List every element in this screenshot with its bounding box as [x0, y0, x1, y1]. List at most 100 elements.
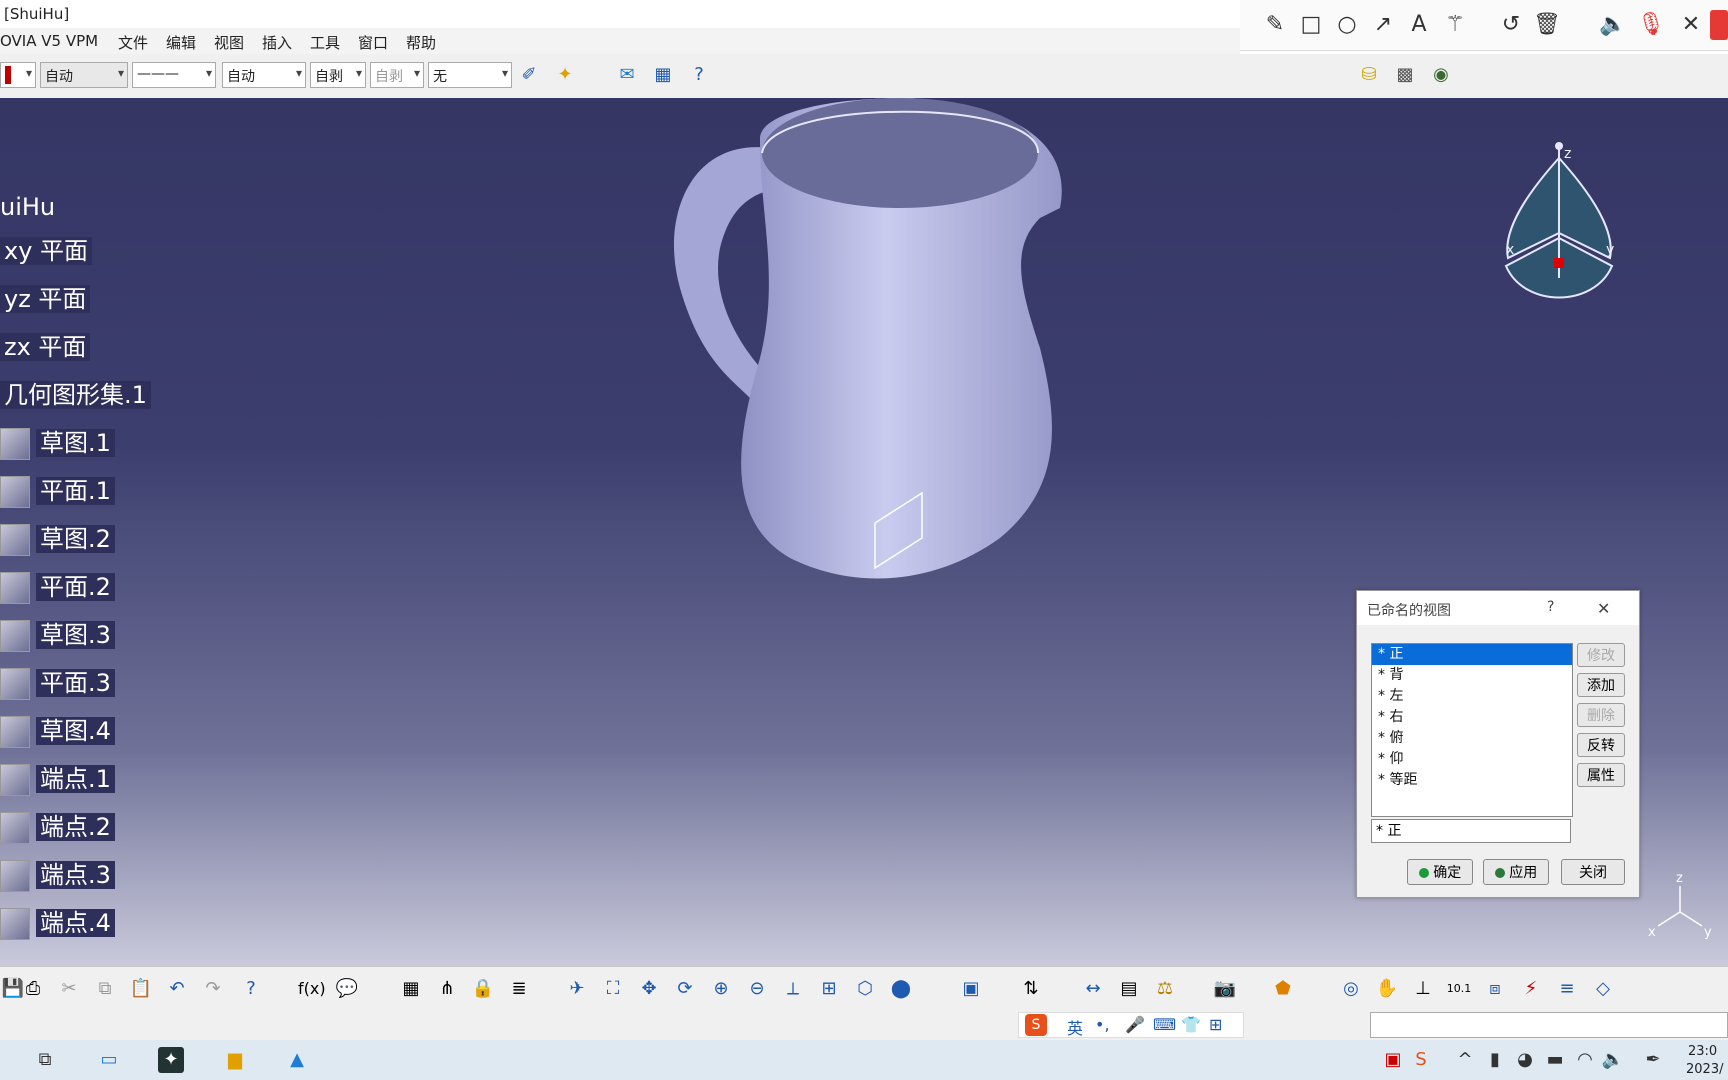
- table-icon[interactable]: ▦: [398, 976, 424, 1002]
- sogou-icon[interactable]: S: [1025, 1014, 1047, 1036]
- spiral-icon[interactable]: ◎: [1338, 976, 1364, 1002]
- menu-window[interactable]: 窗口: [358, 32, 388, 53]
- stack-icon[interactable]: ≡: [1554, 976, 1580, 1002]
- view-list-item[interactable]: * 背: [1372, 665, 1572, 686]
- view-list-item[interactable]: * 俯: [1372, 728, 1572, 749]
- zoom-in-icon[interactable]: ⊕: [708, 976, 734, 1002]
- tray-battery-icon[interactable]: ▬: [1542, 1047, 1568, 1073]
- tree-item[interactable]: 端点.1: [0, 762, 115, 796]
- view-list-item[interactable]: * 正: [1372, 644, 1572, 665]
- tray-chevron-up-icon[interactable]: ^: [1452, 1047, 1478, 1073]
- iso-view-icon[interactable]: ⬡: [852, 976, 878, 1002]
- paintbrush-icon[interactable]: ✐: [516, 62, 542, 88]
- tray-pdf-icon[interactable]: ▣: [1380, 1047, 1406, 1073]
- undo-icon[interactable]: ↺: [1496, 10, 1526, 40]
- whats-this-icon[interactable]: ?: [238, 976, 264, 1002]
- axis-system-icon[interactable]: ⊥: [1410, 976, 1436, 1002]
- catia-app-icon[interactable]: ✦: [158, 1047, 184, 1073]
- magic-wand-icon[interactable]: ⚚: [1440, 10, 1470, 40]
- zoom-out-icon[interactable]: ⊖: [744, 976, 770, 1002]
- layer-combo[interactable]: 无 ▾: [428, 62, 512, 88]
- tree-item[interactable]: xy 平面: [0, 234, 93, 268]
- speaker-icon[interactable]: 🔈: [1598, 10, 1628, 40]
- clock-date[interactable]: 2023/: [1686, 1062, 1723, 1077]
- print-icon[interactable]: ⎙: [20, 976, 46, 1002]
- view-action-button[interactable]: 删除: [1577, 703, 1625, 727]
- view-list-item[interactable]: * 左: [1372, 686, 1572, 707]
- line-type-combo[interactable]: ——— ▾: [132, 62, 216, 88]
- control-panel-icon[interactable]: ▭: [96, 1047, 122, 1073]
- color-combo[interactable]: ▾: [0, 62, 36, 88]
- swap-space-icon[interactable]: ⇅: [1018, 976, 1044, 1002]
- tray-sogou-icon[interactable]: S: [1408, 1047, 1434, 1073]
- hand-icon[interactable]: ✋: [1374, 976, 1400, 1002]
- rectangle-icon[interactable]: □: [1296, 10, 1326, 40]
- grid-icon[interactable]: ▦: [650, 62, 676, 88]
- magic-paint-icon[interactable]: ✦: [552, 62, 578, 88]
- measure-icon[interactable]: ↔: [1080, 976, 1106, 1002]
- inertia-icon[interactable]: ▤: [1116, 976, 1142, 1002]
- pan-icon[interactable]: ✥: [636, 976, 662, 1002]
- tree-item[interactable]: 草图.2: [0, 522, 115, 556]
- tray-wifi-icon[interactable]: ◠: [1572, 1047, 1598, 1073]
- file-explorer-icon[interactable]: ▆: [222, 1047, 248, 1073]
- circle-icon[interactable]: ○: [1332, 10, 1362, 40]
- close-icon[interactable]: ✕: [1597, 599, 1610, 618]
- tree-item[interactable]: 平面.3: [0, 666, 115, 700]
- formula-icon[interactable]: f(x): [298, 976, 326, 1002]
- pitcher-part[interactable]: [660, 98, 1080, 638]
- tree-item[interactable]: 草图.3: [0, 618, 115, 652]
- compass[interactable]: z x y: [1494, 138, 1624, 308]
- mic-muted-icon[interactable]: 🎙: [1636, 10, 1666, 40]
- tree-root[interactable]: uiHu: [0, 190, 55, 224]
- transparency-combo[interactable]: 自动 ▾: [40, 62, 128, 88]
- work-on-support-icon[interactable]: ⧈: [1482, 976, 1508, 1002]
- tree-item[interactable]: 草图.4: [0, 714, 115, 748]
- menu-view[interactable]: 视图: [214, 32, 244, 53]
- tree-item[interactable]: 几何图形集.1: [0, 378, 151, 412]
- menu-tools[interactable]: 工具: [310, 32, 340, 53]
- task-view-icon[interactable]: ⧉: [32, 1047, 58, 1073]
- view-list-item[interactable]: * 右: [1372, 707, 1572, 728]
- view-action-button[interactable]: 反转: [1577, 733, 1625, 757]
- fit-all-icon[interactable]: ⛶: [600, 976, 626, 1002]
- rotate-icon[interactable]: ⟳: [672, 976, 698, 1002]
- redo-icon[interactable]: ↷: [200, 976, 226, 1002]
- apply-material-icon[interactable]: ⬟: [1270, 976, 1296, 1002]
- pencil-icon[interactable]: ✎: [1260, 10, 1290, 40]
- cylinder-icon[interactable]: ⛁: [1356, 62, 1382, 88]
- tree-item[interactable]: 端点.3: [0, 858, 115, 892]
- tray-usb-icon[interactable]: ▮: [1482, 1047, 1508, 1073]
- render-icon[interactable]: ▩: [1392, 62, 1418, 88]
- close-button[interactable]: 关闭: [1561, 859, 1625, 885]
- tray-pen-icon[interactable]: ✒: [1640, 1047, 1666, 1073]
- mic-icon[interactable]: 🎤: [1125, 1015, 1145, 1034]
- hide-show-icon[interactable]: ▣: [958, 976, 984, 1002]
- shading-icon[interactable]: ⬤: [888, 976, 914, 1002]
- view-action-button[interactable]: 属性: [1577, 763, 1625, 787]
- tray-volume-icon[interactable]: 🔈: [1600, 1047, 1626, 1073]
- view-list-item[interactable]: * 等距: [1372, 770, 1572, 791]
- tree-item[interactable]: 端点.2: [0, 810, 115, 844]
- toolbox-icon[interactable]: ⊞: [1209, 1015, 1222, 1034]
- keyboard-icon[interactable]: ⌨: [1153, 1015, 1176, 1034]
- tree-item[interactable]: 平面.1: [0, 474, 115, 508]
- copy-icon[interactable]: ⧉: [92, 976, 118, 1002]
- comment-icon[interactable]: 💬: [334, 976, 360, 1002]
- menu-file[interactable]: 文件: [118, 32, 148, 53]
- normal-view-icon[interactable]: ⟂: [780, 976, 806, 1002]
- arrow-icon[interactable]: ↗: [1368, 10, 1398, 40]
- tree-item[interactable]: yz 平面: [0, 282, 91, 316]
- menu-edit[interactable]: 编辑: [166, 32, 196, 53]
- line-weight-combo[interactable]: 自动 ▾: [222, 62, 306, 88]
- view-action-button[interactable]: 修改: [1577, 643, 1625, 667]
- mass-icon[interactable]: ⚖: [1152, 976, 1178, 1002]
- command-input[interactable]: [1370, 1012, 1728, 1038]
- tree-item[interactable]: 平面.2: [0, 570, 115, 604]
- close-icon[interactable]: ✕: [1676, 10, 1706, 40]
- tree-icon[interactable]: ⋔: [434, 976, 460, 1002]
- envelope-icon[interactable]: ✉: [614, 62, 640, 88]
- camera-icon[interactable]: 📷: [1212, 976, 1238, 1002]
- whats-this-icon[interactable]: ?: [686, 62, 712, 88]
- cut-icon[interactable]: ✂: [56, 976, 82, 1002]
